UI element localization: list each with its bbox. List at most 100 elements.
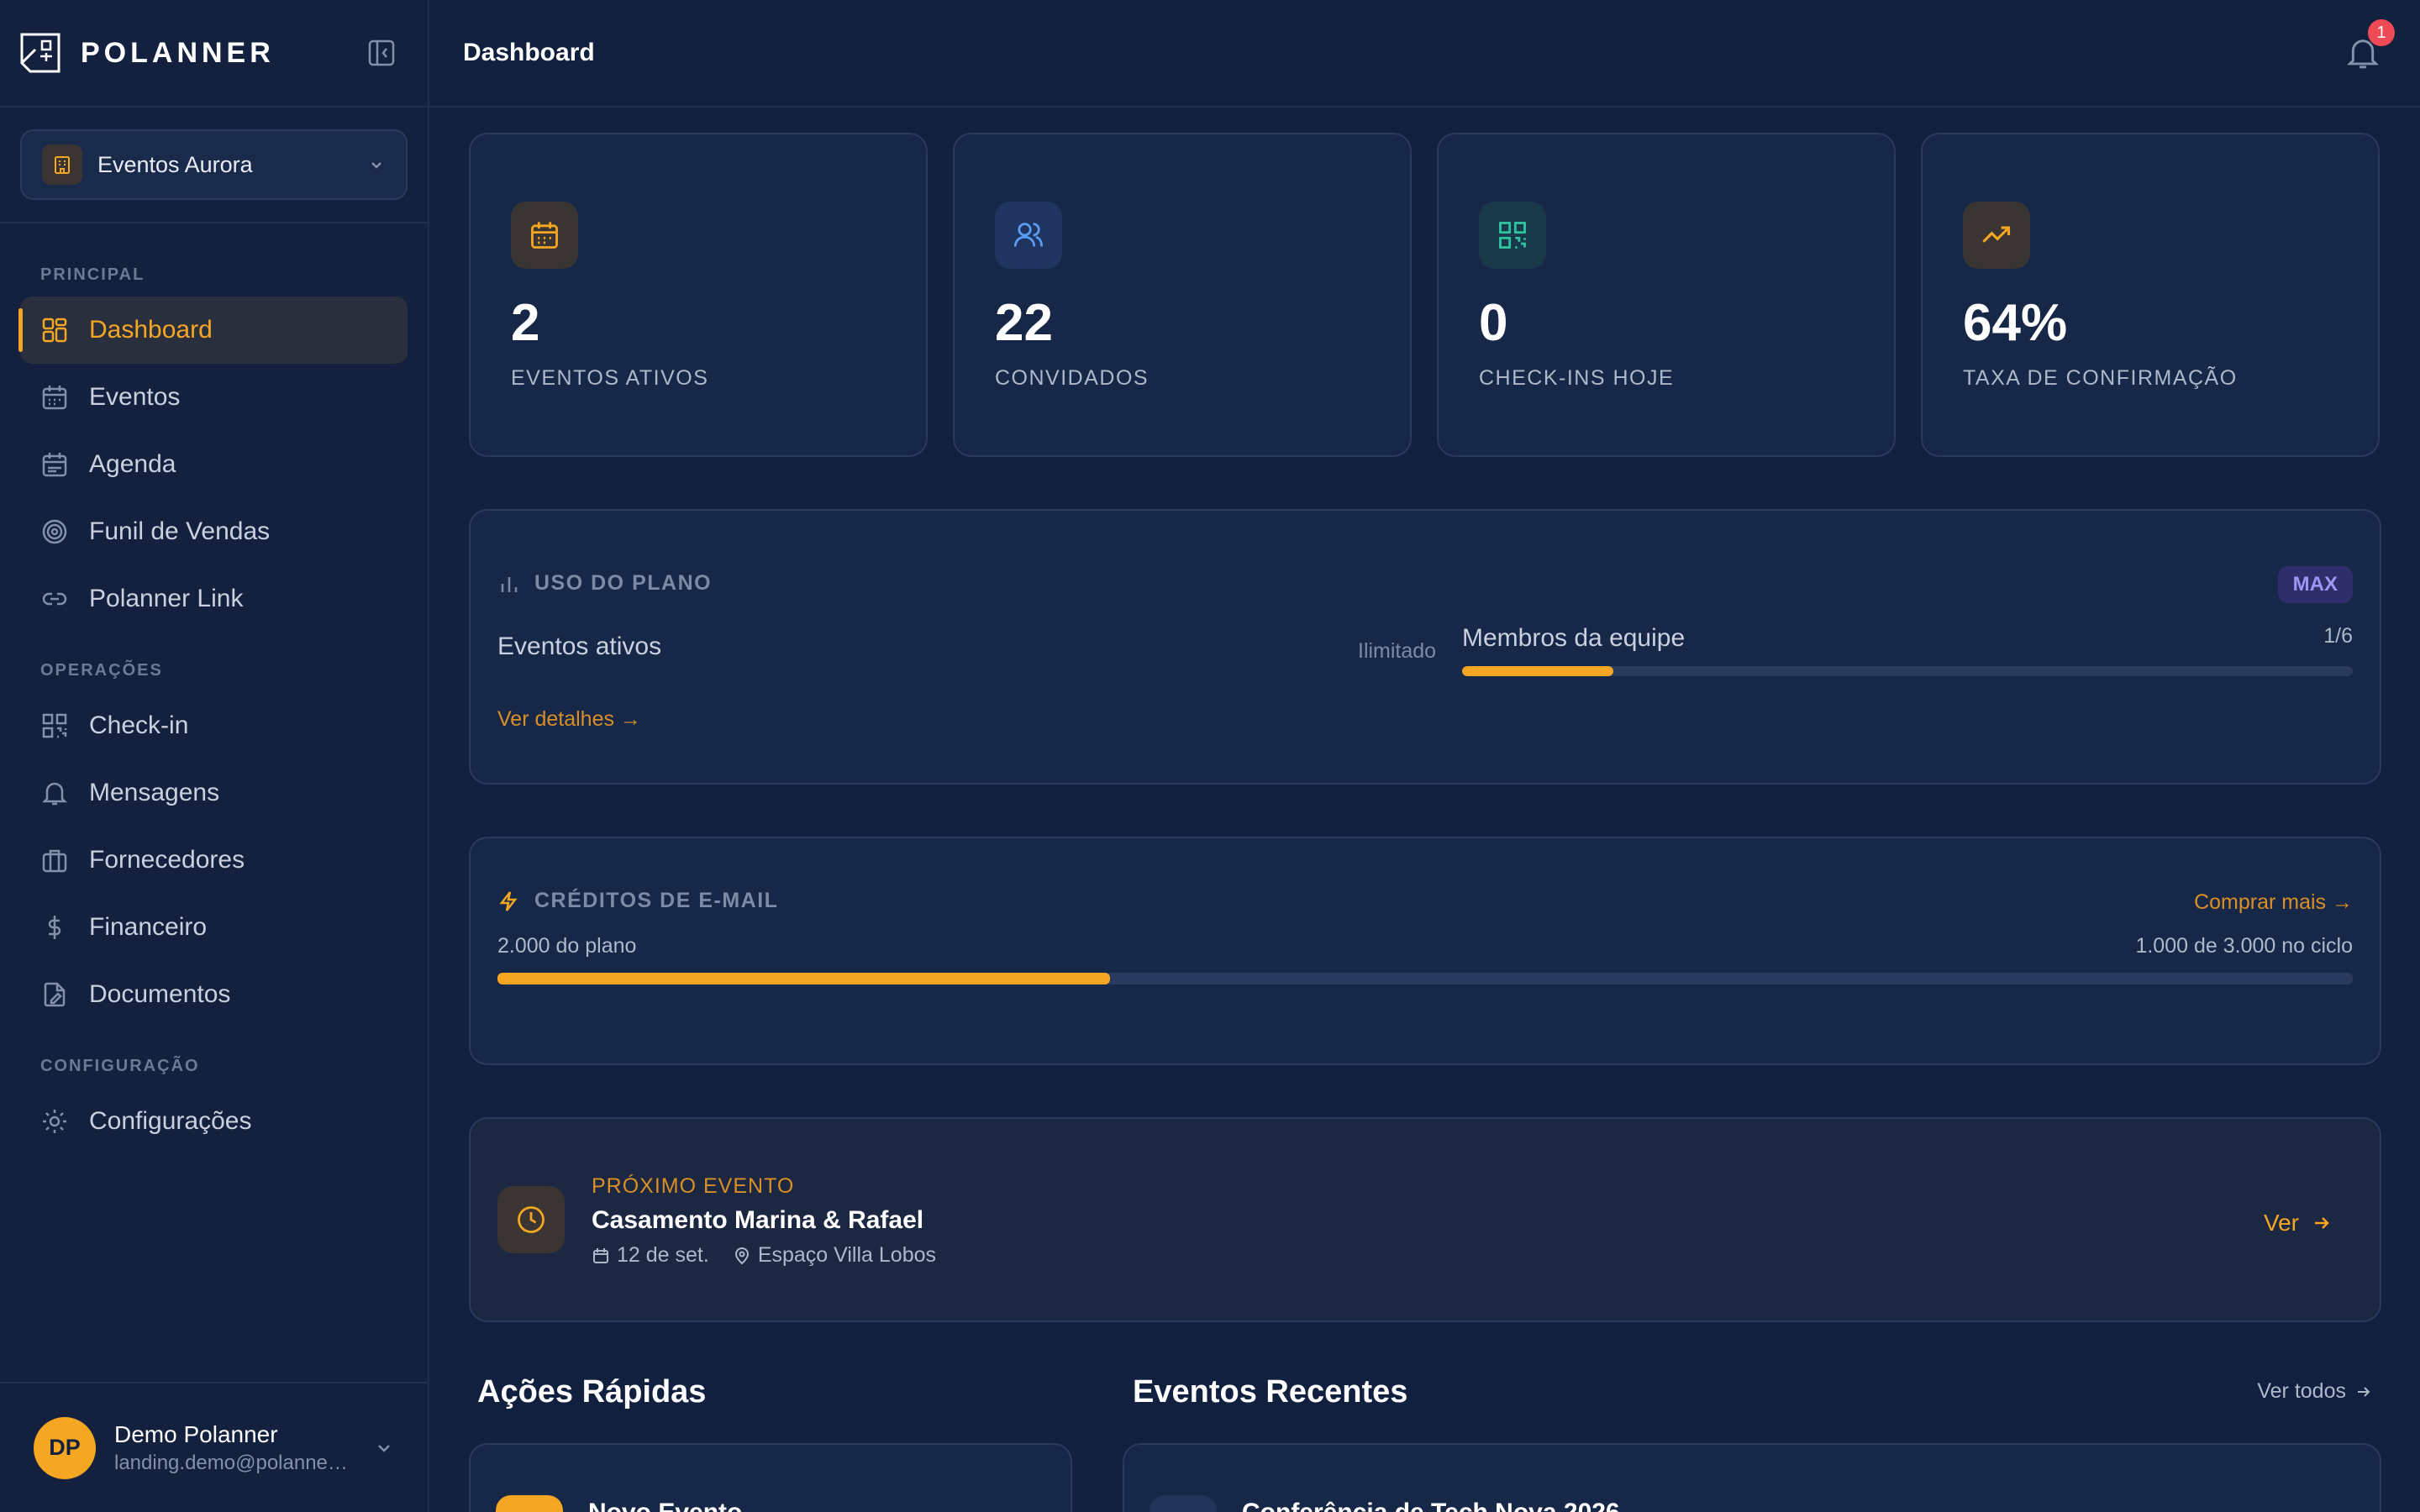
quick-actions-card: Novo Evento (469, 1443, 1072, 1512)
stat-card-eventos: 2 EVENTOS ATIVOS (469, 133, 928, 457)
nav-item-documentos[interactable]: Documentos (20, 961, 408, 1028)
plan-usage-title: USO DO PLANO (534, 571, 713, 595)
building-icon (42, 144, 82, 185)
nav-item-funil[interactable]: Funil de Vendas (20, 498, 408, 565)
plan-usage-rows: Eventos ativos Ilimitado Membros da equi… (497, 624, 2353, 676)
nav-item-polanner-link[interactable]: Polanner Link (20, 565, 408, 633)
avatar: DP (34, 1416, 96, 1479)
page-title: Dashboard (463, 39, 595, 66)
dashboard-icon (42, 318, 67, 343)
quick-actions-title: Ações Rápidas (477, 1374, 707, 1410)
calendar-icon (531, 222, 558, 249)
buy-credits-link[interactable]: Comprar mais → (2194, 890, 2353, 915)
recent-event-item[interactable]: Conferência de Tech Nova 2026 (1242, 1499, 1620, 1512)
nav-label: Financeiro (89, 913, 208, 941)
main-content: 2 EVENTOS ATIVOS 22 CONVIDADOS 0 CHECK-I… (469, 133, 2381, 1322)
next-event-tag: PRÓXIMO EVENTO (592, 1174, 795, 1198)
credits-progress-fill (497, 973, 1110, 984)
briefcase-icon (42, 849, 67, 873)
sidebar: POLANNER Eventos Aurora PRINCIPAL Dashbo… (0, 0, 429, 1512)
stat-card-checkins: 0 CHECK-INS HOJE (1437, 133, 1896, 457)
clock-icon (518, 1206, 544, 1233)
nav-item-financeiro[interactable]: Financeiro (20, 894, 408, 961)
nav-item-configuracoes[interactable]: Configurações (20, 1088, 408, 1155)
topbar: Dashboard 1 (429, 0, 2420, 108)
target-icon (42, 519, 67, 544)
members-label: Membros da equipe (1462, 624, 1686, 652)
clock-icon-wrap (497, 1186, 565, 1253)
nav-label: Documentos (89, 980, 231, 1008)
next-event-meta: 12 de set. Espaço Villa Lobos (592, 1243, 936, 1268)
stat-icon-wrap (995, 202, 1062, 269)
user-info: Demo Polanner landing.demo@polanner.com.… (114, 1421, 350, 1475)
nav-label: Polanner Link (89, 585, 244, 612)
bar-chart-icon (501, 576, 518, 592)
nav-item-agenda[interactable]: Agenda (20, 431, 408, 498)
qr-icon (42, 713, 67, 738)
members-usage: Membros da equipe 1/6 (1462, 624, 2353, 676)
calendar-days-icon (42, 453, 67, 477)
nav-item-eventos[interactable]: Eventos (20, 364, 408, 431)
nav-section-configuracao: CONFIGURAÇÃO Configurações (0, 1057, 428, 1155)
dollar-icon (48, 916, 61, 939)
user-menu[interactable]: DP Demo Polanner landing.demo@polanner.c… (0, 1382, 428, 1512)
nav-label: Configurações (89, 1107, 252, 1135)
notifications-button[interactable]: 1 (2344, 19, 2395, 71)
logo-row: POLANNER (0, 0, 428, 108)
org-name: Eventos Aurora (97, 151, 253, 177)
see-all-events-link[interactable]: Ver todos (2257, 1379, 2373, 1404)
nav-label: Dashboard (89, 316, 213, 344)
next-event-title: Casamento Marina & Rafael (592, 1206, 924, 1234)
org-switcher[interactable]: Eventos Aurora (20, 129, 408, 200)
stat-icon-wrap (1479, 202, 1546, 269)
nav-item-fornecedores[interactable]: Fornecedores (20, 827, 408, 894)
map-pin-icon (734, 1247, 749, 1264)
stat-label: EVENTOS ATIVOS (511, 366, 709, 390)
nav-label: Mensagens (89, 779, 220, 806)
nav-item-checkin[interactable]: Check-in (20, 692, 408, 759)
polanner-logo-icon (20, 33, 60, 73)
stat-label: CONVIDADOS (995, 366, 1150, 390)
collapse-sidebar-icon[interactable] (367, 39, 396, 67)
members-count: 1/6 (2323, 624, 2353, 648)
events-active-label: Eventos ativos (497, 633, 662, 660)
nav-section-principal: PRINCIPAL Dashboard Eventos Agenda Funil… (0, 265, 428, 633)
stats-row: 2 EVENTOS ATIVOS 22 CONVIDADOS 0 CHECK-I… (469, 133, 2381, 457)
quick-action-item[interactable]: Novo Evento (588, 1499, 742, 1512)
members-progress (1462, 666, 2353, 676)
view-event-button[interactable]: Ver (2264, 1210, 2333, 1236)
nav-section-title: OPERAÇÕES (40, 661, 163, 680)
next-event-card: PRÓXIMO EVENTO Casamento Marina & Rafael… (469, 1117, 2381, 1322)
nav-item-mensagens[interactable]: Mensagens (20, 759, 408, 827)
stat-card-taxa: 64% TAXA DE CONFIRMAÇÃO (1921, 133, 2380, 457)
arrow-right-icon (2358, 1386, 2370, 1397)
link-icon (42, 592, 67, 606)
next-event-place: Espaço Villa Lobos (757, 1243, 936, 1267)
plan-details-link[interactable]: Ver detalhes → (497, 707, 641, 732)
recent-events-card: Conferência de Tech Nova 2026 (1123, 1443, 2381, 1512)
qr-icon (1499, 222, 1526, 249)
nav-label: Agenda (89, 450, 176, 478)
plan-usage-card: USO DO PLANO MAX Eventos ativos Ilimitad… (469, 509, 2381, 785)
stat-value: 2 (511, 294, 540, 352)
nav-label: Check-in (89, 711, 189, 739)
brand-name: POLANNER (81, 36, 275, 69)
plan-usage-header: USO DO PLANO (497, 571, 712, 596)
next-event-date: 12 de set. (617, 1243, 709, 1267)
nav-label: Eventos (89, 383, 181, 411)
stat-value: 22 (995, 294, 1053, 352)
stat-label: CHECK-INS HOJE (1479, 366, 1675, 390)
recent-events-title: Eventos Recentes (1133, 1374, 1408, 1410)
events-limit: Ilimitado (1358, 639, 1437, 663)
stat-icon-wrap (511, 202, 578, 269)
nav-item-dashboard[interactable]: Dashboard (18, 297, 408, 364)
stat-value: 0 (1479, 294, 1508, 352)
gear-icon (43, 1110, 66, 1133)
document-edit-icon (44, 982, 66, 1007)
email-credits-title: CRÉDITOS DE E-MAIL (534, 889, 779, 912)
nav-label: Funil de Vendas (89, 517, 271, 545)
lightning-icon (499, 890, 518, 911)
nav-label: Fornecedores (89, 846, 245, 874)
nav-section-title: PRINCIPAL (40, 265, 145, 284)
members-progress-fill (1462, 666, 1614, 676)
